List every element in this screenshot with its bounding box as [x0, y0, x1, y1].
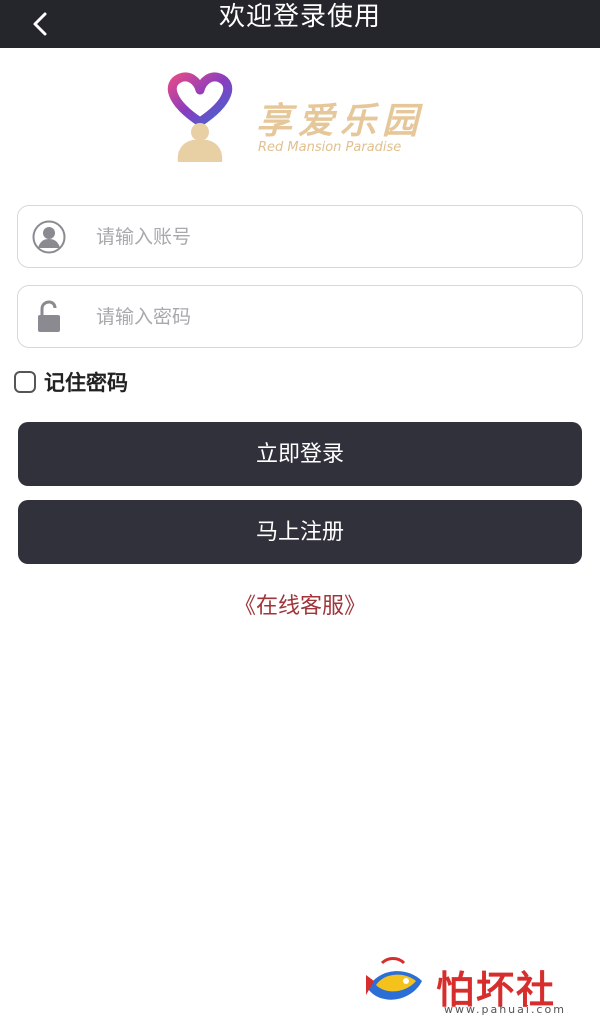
remember-checkbox[interactable] — [14, 371, 36, 393]
register-button[interactable]: 马上注册 — [18, 500, 582, 564]
logo-title: 享爱乐园 — [256, 100, 425, 142]
online-service-link[interactable]: 《在线客服》 — [0, 588, 600, 620]
page-title: 欢迎登录使用 — [218, 2, 381, 32]
logo-subtitle: Red Mansion Paradise — [258, 140, 402, 155]
account-field[interactable] — [17, 205, 583, 268]
top-bar: 欢迎登录使用 — [0, 0, 600, 48]
watermark-url: www.pahuai.com — [444, 1003, 566, 1016]
watermark: 怕坏社区 www.pahuai.com — [362, 955, 592, 1024]
login-button[interactable]: 立即登录 — [18, 422, 582, 486]
fish-logo-icon — [366, 957, 422, 1000]
heart-logo-icon — [167, 72, 233, 162]
user-icon — [32, 220, 66, 254]
remember-label: 记住密码 — [44, 371, 128, 395]
lock-icon — [32, 300, 66, 334]
remember-password[interactable]: 记住密码 — [14, 368, 128, 396]
account-input[interactable] — [96, 216, 566, 258]
password-input[interactable] — [96, 296, 566, 338]
login-page: 欢迎登录使用 享爱乐园 Red Mansion Paradise 请输入账号 记… — [0, 0, 600, 1024]
app-logo: 享爱乐园 Red Mansion Paradise — [160, 70, 430, 170]
password-field[interactable] — [17, 285, 583, 348]
